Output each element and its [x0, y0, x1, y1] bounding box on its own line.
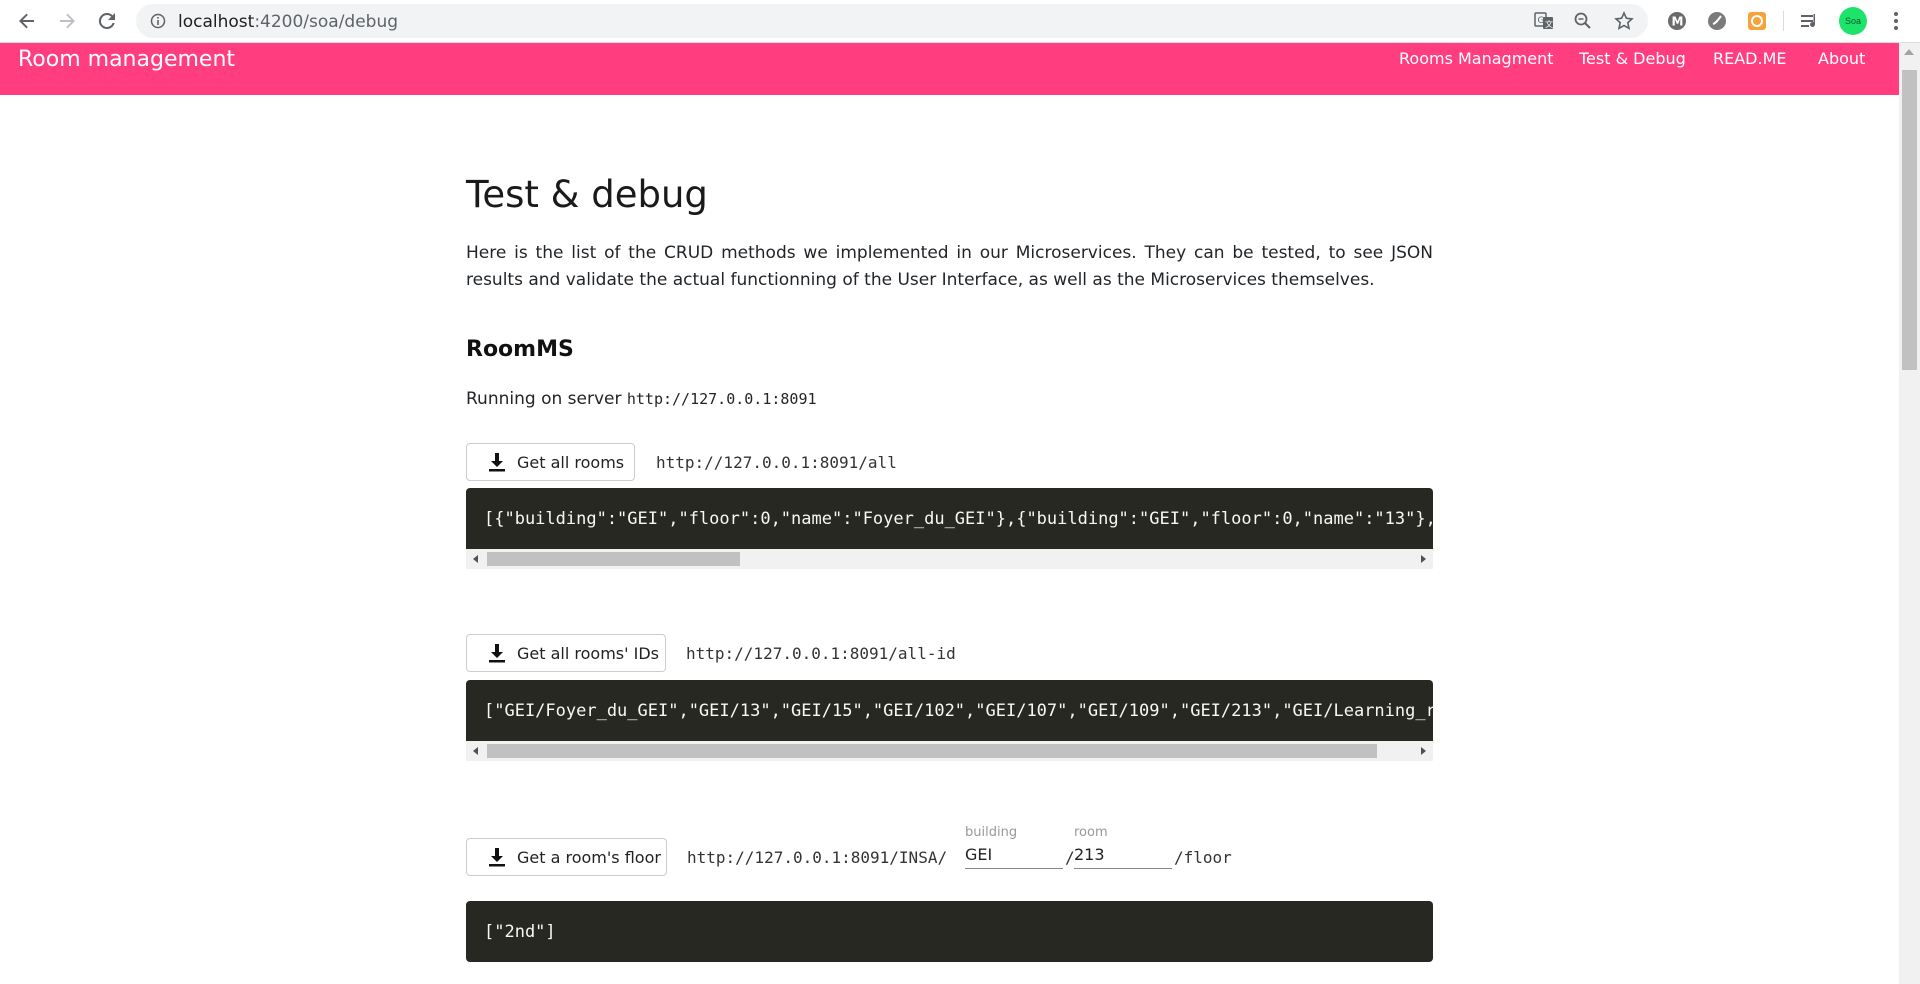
menu-dots-icon[interactable]: [1883, 8, 1909, 34]
scrollbar-thumb[interactable]: [487, 744, 1377, 758]
browser-toolbar: localhost:4200/soa/debug G文 M Soa: [0, 0, 1920, 43]
extension-orange-icon[interactable]: [1744, 8, 1770, 34]
result-json: ["GEI/Foyer_du_GEI","GEI/13","GEI/15","G…: [484, 700, 1433, 721]
url-text: localhost:4200/soa/debug: [178, 12, 398, 32]
media-queue-icon[interactable]: [1797, 8, 1823, 34]
scroll-right-icon[interactable]: [1421, 747, 1426, 755]
result-scrollbar[interactable]: [466, 549, 1433, 569]
download-icon: [487, 451, 507, 473]
zoom-icon[interactable]: [1574, 12, 1592, 35]
scroll-left-icon[interactable]: [473, 555, 478, 563]
room-label: room: [1074, 825, 1108, 840]
extension-m-icon[interactable]: M: [1664, 8, 1690, 34]
endpoint-prefix: http://127.0.0.1:8091/INSA/: [687, 848, 948, 867]
get-room-floor-button[interactable]: Get a room's floor: [466, 838, 667, 876]
building-input[interactable]: [965, 841, 1063, 869]
translate-icon[interactable]: G文: [1534, 12, 1554, 35]
room-input[interactable]: [1074, 841, 1172, 869]
result-all-rooms: [{"building":"GEI","floor":0,"name":"Foy…: [466, 488, 1433, 549]
star-icon[interactable]: [1614, 11, 1634, 36]
button-label: Get all rooms' IDs: [517, 643, 659, 663]
server-url: http://127.0.0.1:8091: [626, 390, 817, 408]
address-bar[interactable]: localhost:4200/soa/debug G文: [136, 4, 1648, 38]
svg-text:M: M: [1672, 15, 1684, 29]
svg-text:文: 文: [1545, 19, 1553, 29]
download-icon: [487, 642, 507, 664]
page-scrollbar[interactable]: [1899, 43, 1920, 984]
result-json: ["2nd"]: [484, 921, 556, 942]
scroll-left-icon[interactable]: [473, 747, 478, 755]
forward-icon[interactable]: [53, 7, 81, 35]
scroll-right-icon[interactable]: [1421, 555, 1426, 563]
brand-title[interactable]: Room management: [18, 47, 235, 72]
avatar-text: Soa: [1844, 16, 1861, 26]
page-title: Test & debug: [466, 173, 708, 216]
nav-test-debug[interactable]: Test & Debug: [1579, 49, 1686, 68]
endpoint-suffix: /floor: [1174, 848, 1232, 867]
result-scrollbar[interactable]: [466, 741, 1433, 761]
section-title: RoomMS: [466, 337, 574, 362]
avatar[interactable]: Soa: [1839, 7, 1867, 35]
result-json: [{"building":"GEI","floor":0,"name":"Foy…: [484, 508, 1433, 529]
scroll-up-icon[interactable]: [1904, 49, 1914, 55]
intro-text: Here is the list of the CRUD methods we …: [466, 243, 1433, 290]
endpoint-all: http://127.0.0.1:8091/all: [656, 453, 897, 472]
reload-icon[interactable]: [93, 7, 121, 35]
info-icon[interactable]: [150, 13, 166, 34]
endpoint-all-id: http://127.0.0.1:8091/all-id: [686, 644, 956, 663]
scrollbar-thumb[interactable]: [1902, 70, 1917, 370]
nav-about[interactable]: About: [1818, 49, 1865, 68]
get-all-rooms-button[interactable]: Get all rooms: [466, 443, 635, 481]
toolbar-divider: [1783, 11, 1784, 31]
app-navbar: Room management Rooms Managment Test & D…: [0, 43, 1899, 95]
download-icon: [487, 846, 507, 868]
button-label: Get all rooms: [517, 452, 625, 472]
scrollbar-thumb[interactable]: [487, 552, 740, 566]
building-label: building: [965, 825, 1018, 840]
url-path: :4200/soa/debug: [254, 12, 399, 32]
url-host: localhost: [178, 12, 255, 32]
nav-rooms-management[interactable]: Rooms Managment: [1399, 49, 1554, 68]
get-all-ids-button[interactable]: Get all rooms' IDs: [466, 634, 666, 672]
server-info: Running on server http://127.0.0.1:8091: [466, 389, 817, 409]
button-label: Get a room's floor: [517, 847, 661, 867]
nav-readme[interactable]: READ.ME: [1713, 49, 1787, 68]
back-icon[interactable]: [13, 7, 41, 35]
running-label: Running on server: [466, 389, 622, 409]
result-room-floor: ["2nd"]: [466, 901, 1433, 962]
result-all-ids: ["GEI/Foyer_du_GEI","GEI/13","GEI/15","G…: [466, 680, 1433, 741]
extension-circle-icon[interactable]: [1704, 8, 1730, 34]
